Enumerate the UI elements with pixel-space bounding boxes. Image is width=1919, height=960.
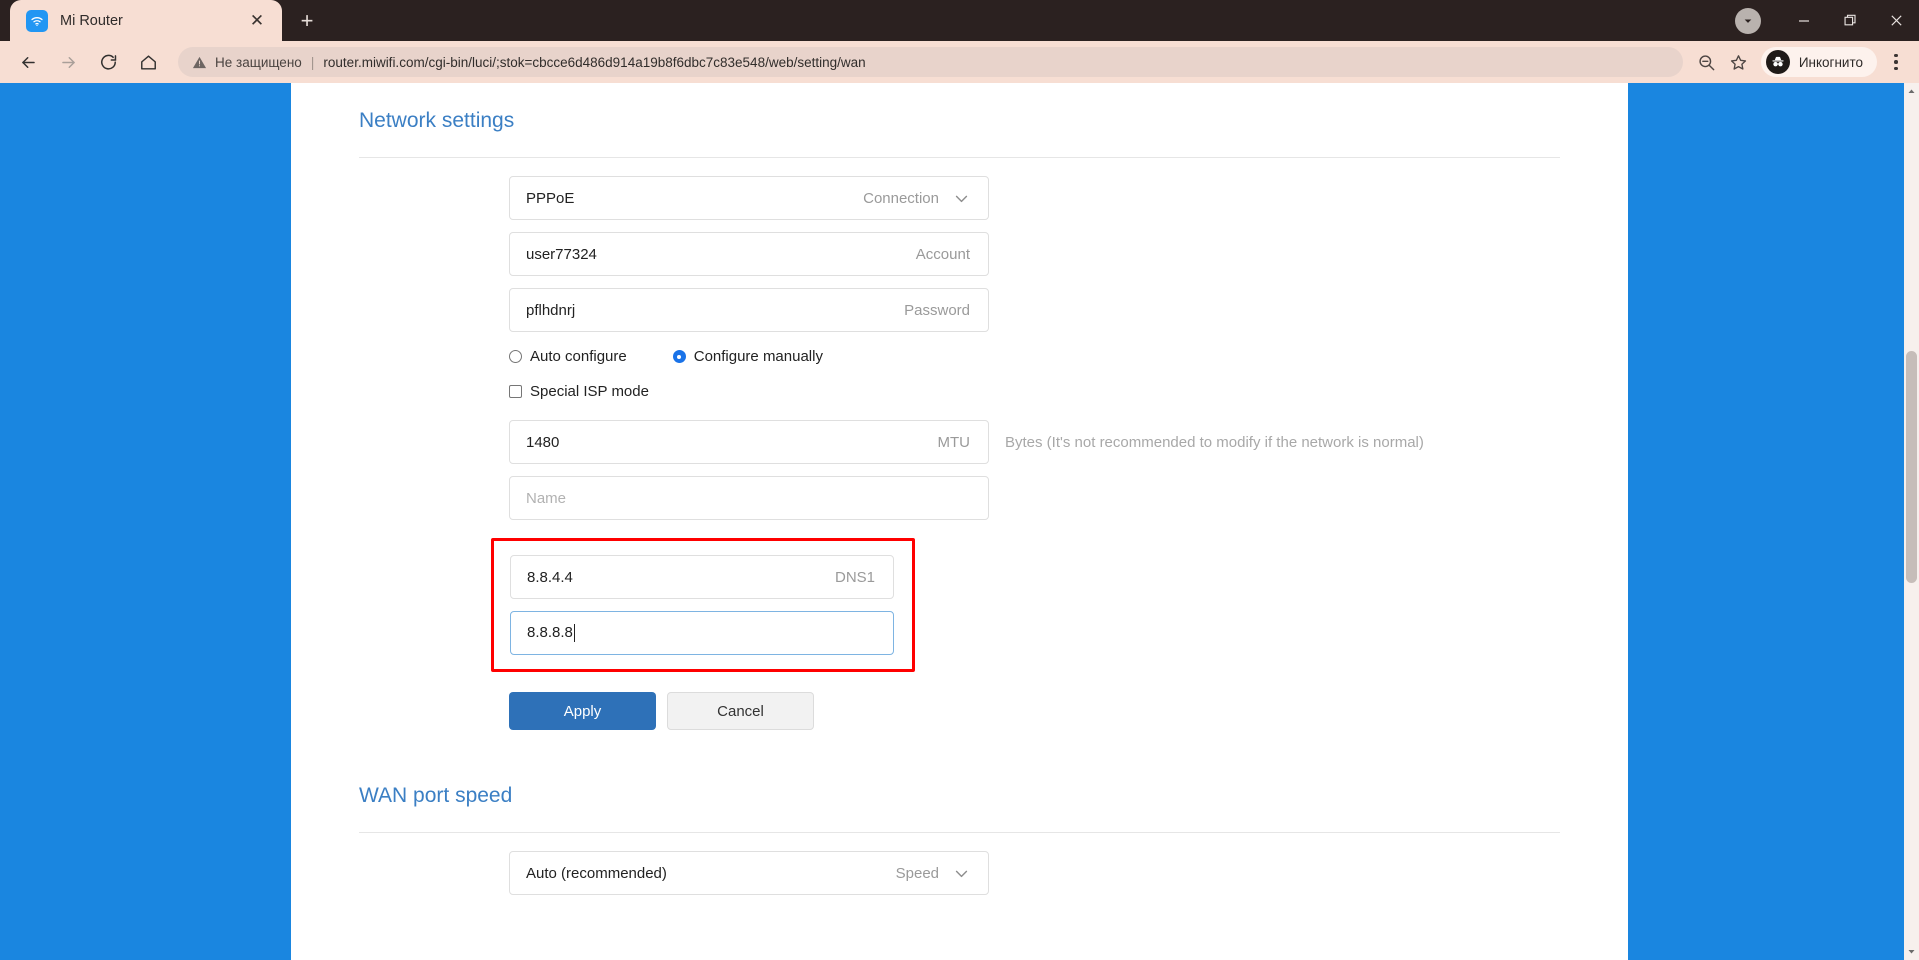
tab-mi-router[interactable]: Mi Router ✕ <box>10 0 282 41</box>
page-viewport: Network settings PPPoE Connection user77… <box>0 83 1919 960</box>
form-buttons: Apply Cancel <box>509 672 1628 730</box>
cancel-button[interactable]: Cancel <box>667 692 814 730</box>
scroll-down-icon[interactable] <box>1904 943 1919 960</box>
apply-button[interactable]: Apply <box>509 692 656 730</box>
dns2-value: 8.8.8.8 <box>527 623 575 643</box>
tab-strip: Mi Router ✕ + <box>0 0 326 41</box>
scrollbar-thumb[interactable] <box>1906 351 1917 583</box>
scroll-up-icon[interactable] <box>1904 83 1919 100</box>
account-input[interactable]: user77324 Account <box>509 232 989 276</box>
dns2-input[interactable]: 8.8.8.8 <box>510 611 894 655</box>
dns1-input[interactable]: 8.8.4.4 DNS1 <box>510 555 894 599</box>
security-status-text: Не защищено <box>215 54 302 70</box>
tab-title: Mi Router <box>60 12 123 29</box>
dns-highlight-box: 8.8.4.4 DNS1 8.8.8.8 <box>491 538 915 672</box>
account-value: user77324 <box>526 245 597 263</box>
close-icon[interactable]: ✕ <box>244 8 270 34</box>
password-input[interactable]: pflhdnrj Password <box>509 288 989 332</box>
profile-label: Инкогнито <box>1798 54 1863 70</box>
toolbar-actions: Инкогнито <box>1691 45 1911 79</box>
page-scrollbar[interactable] <box>1904 83 1919 960</box>
forward-button <box>51 45 85 79</box>
mtu-label: MTU <box>937 433 971 451</box>
mtu-hint: Bytes (It's not recommended to modify if… <box>1005 433 1424 451</box>
wan-speed-label: Speed <box>895 864 939 882</box>
account-label: Account <box>915 245 970 263</box>
connection-type-value: PPPoE <box>526 189 575 207</box>
zoom-out-icon[interactable] <box>1691 46 1723 78</box>
maximize-button[interactable] <box>1827 0 1873 41</box>
wan-port-speed-title: WAN port speed <box>359 784 513 807</box>
radio-auto-configure-label: Auto configure <box>530 348 627 365</box>
radio-auto-configure[interactable]: Auto configure <box>509 348 627 365</box>
page-content: Network settings PPPoE Connection user77… <box>291 83 1628 895</box>
browser-window: Mi Router ✕ + Не защищено | router.miwif… <box>0 0 1919 960</box>
new-tab-button[interactable]: + <box>288 4 326 38</box>
password-label: Password <box>904 301 970 319</box>
title-bar: Mi Router ✕ + <box>0 0 1919 41</box>
radio-configure-manually-icon <box>672 350 686 363</box>
password-value: pflhdnrj <box>526 301 576 319</box>
minimize-button[interactable] <box>1781 0 1827 41</box>
browser-toolbar: Не защищено | router.miwifi.com/cgi-bin/… <box>0 41 1919 83</box>
wan-speed-select[interactable]: Auto (recommended) Speed <box>509 851 989 895</box>
dns1-value: 8.8.4.4 <box>527 568 573 586</box>
network-settings-form: PPPoE Connection user77324 Account pflhd… <box>291 158 1628 730</box>
service-name-placeholder: Name <box>526 489 567 507</box>
wan-speed-value: Auto (recommended) <box>526 864 667 882</box>
chevron-down-circle-icon[interactable] <box>1735 7 1761 34</box>
incognito-profile-chip[interactable]: Инкогнито <box>1760 47 1877 77</box>
star-icon[interactable] <box>1723 46 1755 78</box>
omnibox-separator: | <box>310 54 315 70</box>
not-secure-warning-icon <box>192 55 207 70</box>
window-controls <box>1735 0 1919 41</box>
checkbox-icon <box>509 385 522 398</box>
mtu-row: 1480 MTU Bytes (It's not recommended to … <box>359 420 1628 464</box>
url-text: router.miwifi.com/cgi-bin/luci/;stok=cbc… <box>323 54 866 70</box>
chevron-down-icon <box>953 865 970 882</box>
checkbox-special-isp-mode[interactable]: Special ISP mode <box>509 383 649 400</box>
router-admin-page: Network settings PPPoE Connection user77… <box>291 83 1628 960</box>
reload-button[interactable] <box>91 45 125 79</box>
mtu-value: 1480 <box>526 433 560 451</box>
chevron-down-icon <box>953 190 970 207</box>
address-bar[interactable]: Не защищено | router.miwifi.com/cgi-bin/… <box>178 47 1683 77</box>
configure-mode-radio-group: Auto configure Configure manually <box>509 332 1628 367</box>
three-dot-menu-icon[interactable] <box>1881 45 1911 79</box>
connection-type-select[interactable]: PPPoE Connection <box>509 176 989 220</box>
page-title: Network settings <box>359 109 515 132</box>
wifi-icon <box>26 9 48 32</box>
checkbox-special-isp-mode-label: Special ISP mode <box>530 383 649 400</box>
text-cursor <box>573 624 575 643</box>
close-window-button[interactable] <box>1873 0 1919 41</box>
radio-auto-configure-icon <box>509 350 522 363</box>
home-icon[interactable] <box>131 45 165 79</box>
special-isp-mode-row: Special ISP mode <box>509 367 1628 402</box>
radio-configure-manually-label: Configure manually <box>693 348 823 365</box>
back-button[interactable] <box>11 45 45 79</box>
wan-port-speed-form: Auto (recommended) Speed <box>291 833 1628 895</box>
incognito-icon <box>1765 50 1790 74</box>
mtu-input[interactable]: 1480 MTU <box>509 420 989 464</box>
service-name-input[interactable]: Name <box>509 476 989 520</box>
connection-type-label: Connection <box>863 189 939 207</box>
radio-configure-manually[interactable]: Configure manually <box>672 348 823 365</box>
dns1-label: DNS1 <box>834 568 875 586</box>
